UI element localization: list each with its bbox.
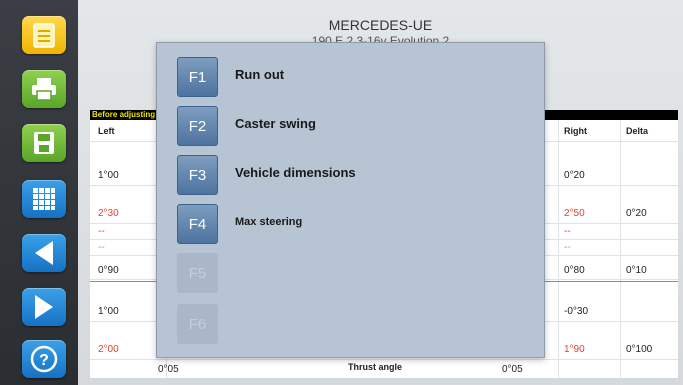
row4-right: -- xyxy=(564,242,571,253)
f5-button: F5 xyxy=(177,253,218,293)
row5-right: 0°80 xyxy=(564,265,585,276)
row3-left: -- xyxy=(98,226,105,237)
save-button[interactable] xyxy=(22,124,66,162)
grid-icon xyxy=(33,188,55,210)
back-arrow-icon xyxy=(35,241,53,265)
thrust-angle-label: Thrust angle xyxy=(348,362,403,372)
vehicle-title: MERCEDES-UE xyxy=(328,17,433,33)
forward-arrow-icon xyxy=(35,295,53,319)
col-header-delta: Delta xyxy=(626,126,649,136)
f6-key-label: F6 xyxy=(188,315,207,333)
row1-left: 1°00 xyxy=(98,170,119,181)
svg-text:?: ? xyxy=(39,352,49,369)
row3-right: -- xyxy=(564,226,571,237)
row2-left: 2°30 xyxy=(98,208,119,219)
row2-right: 2°50 xyxy=(564,208,585,219)
col-header-right: Right xyxy=(564,126,587,136)
f4-button[interactable]: F4 xyxy=(177,204,218,244)
back-button[interactable] xyxy=(22,234,66,272)
vehicle-dimensions-option[interactable]: Vehicle dimensions xyxy=(235,165,356,180)
row7-delta: 0°100 xyxy=(626,344,653,355)
print-button[interactable] xyxy=(22,70,66,108)
f3-key-label: F3 xyxy=(188,166,207,184)
help-icon: ? xyxy=(30,345,58,373)
section-label: Before adjusting xyxy=(92,110,156,119)
f1-key-label: F1 xyxy=(188,68,207,86)
row4-left: -- xyxy=(98,242,105,253)
row5-left: 0°90 xyxy=(98,265,119,276)
row6-right: -0°30 xyxy=(564,306,589,317)
f5-key-label: F5 xyxy=(188,264,207,282)
row7-right: 1°90 xyxy=(564,344,585,355)
sidebar: ? xyxy=(0,0,78,385)
printer-icon xyxy=(32,78,56,101)
row1-right: 0°20 xyxy=(564,170,585,181)
caster-swing-option[interactable]: Caster swing xyxy=(235,116,316,131)
row6-left: 1°00 xyxy=(98,306,119,317)
footer-left-value: 0°05 xyxy=(158,364,179,375)
footer-right-value: 0°05 xyxy=(502,364,523,375)
run-out-option[interactable]: Run out xyxy=(235,67,284,82)
function-menu-popup: F1 Run out F2 Caster swing F3 Vehicle di… xyxy=(156,42,545,358)
notepad-icon xyxy=(33,23,55,48)
max-steering-option[interactable]: Max steering xyxy=(235,216,302,228)
f2-key-label: F2 xyxy=(188,117,207,135)
row2-delta: 0°20 xyxy=(626,208,647,219)
table-footer-row: 0°05 Thrust angle 0°05 xyxy=(90,360,678,378)
save-icon xyxy=(34,132,54,154)
f2-button[interactable]: F2 xyxy=(177,106,218,146)
col-header-left: Left xyxy=(98,126,115,136)
f3-button[interactable]: F3 xyxy=(177,155,218,195)
notepad-button[interactable] xyxy=(22,16,66,54)
forward-button[interactable] xyxy=(22,288,66,326)
f1-button[interactable]: F1 xyxy=(177,57,218,97)
row7-left: 2°00 xyxy=(98,344,119,355)
help-button[interactable]: ? xyxy=(22,340,66,378)
f4-key-label: F4 xyxy=(188,215,207,233)
row5-delta: 0°10 xyxy=(626,265,647,276)
f6-button: F6 xyxy=(177,304,218,344)
grid-menu-button[interactable] xyxy=(22,180,66,218)
